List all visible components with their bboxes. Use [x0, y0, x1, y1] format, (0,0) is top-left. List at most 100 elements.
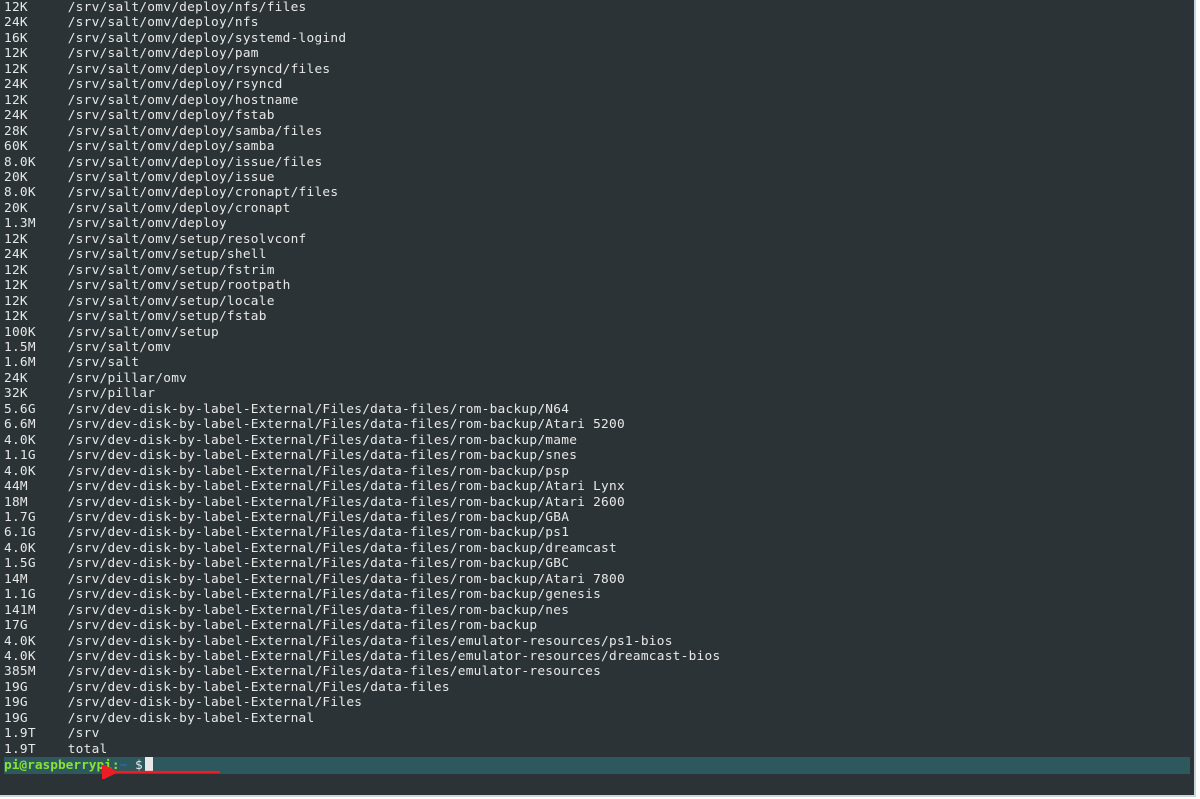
du-row: 1.6M /srv/salt	[4, 355, 1190, 370]
du-size: 24K	[4, 15, 28, 30]
du-size: 12K	[4, 93, 28, 108]
du-path: /srv/dev-disk-by-label-External/Files/da…	[68, 525, 570, 540]
prompt-host: raspberrypi	[27, 758, 112, 773]
du-path: /srv/dev-disk-by-label-External/Files/da…	[68, 495, 625, 510]
du-path: /srv/salt/omv/deploy/nfs/files	[68, 0, 307, 15]
terminal-output: 12K /srv/salt/omv/deploy/nfs/files24K /s…	[0, 0, 1194, 774]
du-row: 19G /srv/dev-disk-by-label-External/File…	[4, 695, 1190, 710]
du-row: 4.0K /srv/dev-disk-by-label-External/Fil…	[4, 464, 1190, 479]
du-row: 12K /srv/salt/omv/deploy/rsyncd/files	[4, 62, 1190, 77]
du-size: 4.0K	[4, 634, 36, 649]
du-path: /srv/dev-disk-by-label-External/Files/da…	[68, 510, 570, 525]
du-size: 14M	[4, 572, 28, 587]
du-path: /srv/salt	[68, 355, 140, 370]
du-row: 12K /srv/salt/omv/deploy/hostname	[4, 93, 1190, 108]
du-size: 6.6M	[4, 417, 36, 432]
du-row: 8.0K /srv/salt/omv/deploy/issue/files	[4, 155, 1190, 170]
cursor-icon	[145, 757, 153, 771]
du-row: 12K /srv/salt/omv/setup/fstab	[4, 309, 1190, 324]
du-size: 1.7G	[4, 510, 36, 525]
du-row: 16K /srv/salt/omv/deploy/systemd-logind	[4, 31, 1190, 46]
du-path: /srv/dev-disk-by-label-External/Files/da…	[68, 541, 617, 556]
du-row: 20K /srv/salt/omv/deploy/issue	[4, 170, 1190, 185]
du-size: 1.6M	[4, 355, 36, 370]
du-row: 5.6G /srv/dev-disk-by-label-External/Fil…	[4, 402, 1190, 417]
du-size: 12K	[4, 0, 28, 15]
du-size: 4.0K	[4, 649, 36, 664]
du-size: 19G	[4, 695, 28, 710]
du-row: 4.0K /srv/dev-disk-by-label-External/Fil…	[4, 649, 1190, 664]
du-path: /srv/dev-disk-by-label-External/Files	[68, 695, 363, 710]
du-path: /srv/salt/omv/deploy/samba/files	[68, 124, 323, 139]
du-size: 60K	[4, 139, 28, 154]
du-size: 1.9T	[4, 726, 36, 741]
du-path: /srv/dev-disk-by-label-External/Files/da…	[68, 649, 721, 664]
du-path: /srv/dev-disk-by-label-External/Files/da…	[68, 417, 625, 432]
du-path: /srv/salt/omv/deploy/rsyncd	[68, 77, 283, 92]
du-size: 20K	[4, 170, 28, 185]
du-path: /srv/dev-disk-by-label-External/Files/da…	[68, 587, 601, 602]
du-size: 8.0K	[4, 155, 36, 170]
du-path: /srv/dev-disk-by-label-External/Files/da…	[68, 680, 450, 695]
du-size: 1.5G	[4, 556, 36, 571]
terminal-window[interactable]: 12K /srv/salt/omv/deploy/nfs/files24K /s…	[0, 0, 1196, 797]
du-row: 19G /srv/dev-disk-by-label-External	[4, 711, 1190, 726]
du-path: /srv	[68, 726, 100, 741]
du-row: 4.0K /srv/dev-disk-by-label-External/Fil…	[4, 634, 1190, 649]
du-row: 17G /srv/dev-disk-by-label-External/File…	[4, 618, 1190, 633]
du-row: 4.0K /srv/dev-disk-by-label-External/Fil…	[4, 541, 1190, 556]
du-path: /srv/dev-disk-by-label-External/Files/da…	[68, 556, 570, 571]
du-path: /srv/dev-disk-by-label-External/Files/da…	[68, 572, 625, 587]
du-size: 16K	[4, 31, 28, 46]
du-size: 1.5M	[4, 340, 36, 355]
du-size: 24K	[4, 108, 28, 123]
du-path: /srv/dev-disk-by-label-External/Files/da…	[68, 618, 538, 633]
du-path: /srv/dev-disk-by-label-External	[68, 711, 315, 726]
du-path: /srv/salt/omv/deploy/hostname	[68, 93, 299, 108]
du-row: 4.0K /srv/dev-disk-by-label-External/Fil…	[4, 433, 1190, 448]
du-row: 385M /srv/dev-disk-by-label-External/Fil…	[4, 664, 1190, 679]
du-size: 24K	[4, 247, 28, 262]
du-row: 44M /srv/dev-disk-by-label-External/File…	[4, 479, 1190, 494]
du-size: 1.1G	[4, 587, 36, 602]
du-row: 1.5G /srv/dev-disk-by-label-External/Fil…	[4, 556, 1190, 571]
du-path: /srv/salt/omv/deploy/fstab	[68, 108, 275, 123]
du-row: 1.1G /srv/dev-disk-by-label-External/Fil…	[4, 448, 1190, 463]
du-row: 28K /srv/salt/omv/deploy/samba/files	[4, 124, 1190, 139]
du-row: 24K /srv/salt/omv/deploy/rsyncd	[4, 77, 1190, 92]
du-size: 12K	[4, 309, 28, 324]
du-row: 60K /srv/salt/omv/deploy/samba	[4, 139, 1190, 154]
du-size: 4.0K	[4, 541, 36, 556]
du-path: /srv/salt/omv/setup/shell	[68, 247, 267, 262]
du-row: 12K /srv/salt/omv/deploy/nfs/files	[4, 0, 1190, 15]
du-size: 20K	[4, 201, 28, 216]
du-row: 12K /srv/salt/omv/setup/fstrim	[4, 263, 1190, 278]
du-size: 32K	[4, 386, 28, 401]
du-path: /srv/salt/omv/deploy/issue	[68, 170, 275, 185]
du-row: 12K /srv/salt/omv/setup/rootpath	[4, 278, 1190, 293]
du-row: 1.5M /srv/salt/omv	[4, 340, 1190, 355]
du-path: /srv/dev-disk-by-label-External/Files/da…	[68, 402, 570, 417]
du-row: 100K /srv/salt/omv/setup	[4, 325, 1190, 340]
du-path: /srv/dev-disk-by-label-External/Files/da…	[68, 433, 577, 448]
du-path: /srv/dev-disk-by-label-External/Files/da…	[68, 448, 577, 463]
du-size: 28K	[4, 124, 28, 139]
shell-prompt[interactable]: pi@raspberrypi:~ $	[4, 757, 1190, 773]
du-path: /srv/salt/omv/deploy/pam	[68, 46, 259, 61]
du-size: 44M	[4, 479, 28, 494]
du-path: /srv/dev-disk-by-label-External/Files/da…	[68, 634, 673, 649]
du-size: 19G	[4, 711, 28, 726]
du-size: 24K	[4, 371, 28, 386]
prompt-user: pi	[4, 758, 19, 773]
du-size: 12K	[4, 46, 28, 61]
du-path: /srv/salt/omv/deploy/systemd-logind	[68, 31, 347, 46]
du-size: 141M	[4, 603, 36, 618]
du-path: /srv/dev-disk-by-label-External/Files/da…	[68, 664, 601, 679]
du-path: /srv/salt/omv/deploy/cronapt/files	[68, 185, 339, 200]
du-row: 32K /srv/pillar	[4, 386, 1190, 401]
du-size: 12K	[4, 263, 28, 278]
du-size: 17G	[4, 618, 28, 633]
du-row: 24K /srv/salt/omv/deploy/nfs	[4, 15, 1190, 30]
du-row: 14M /srv/dev-disk-by-label-External/File…	[4, 572, 1190, 587]
prompt-colon: :	[112, 758, 120, 773]
